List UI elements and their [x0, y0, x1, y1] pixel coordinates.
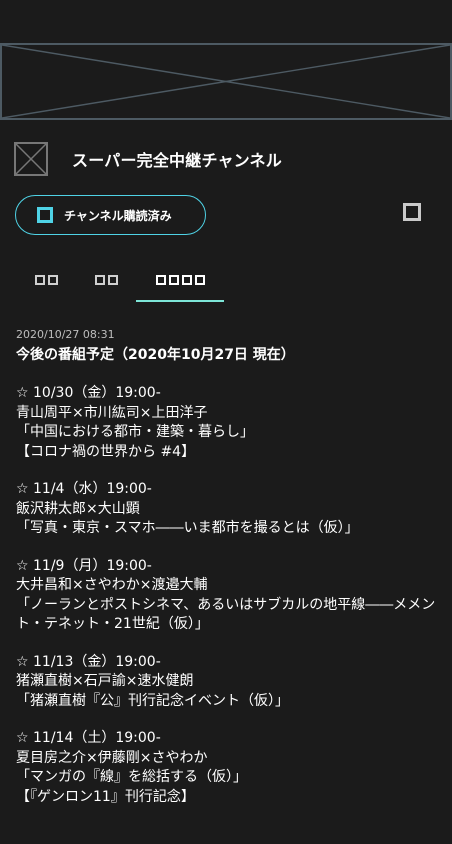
square-icon — [107, 275, 118, 285]
tab-2[interactable] — [77, 258, 135, 302]
tab-1[interactable] — [15, 258, 77, 302]
event-line: 大井昌和×さやわか×渡邉大輔 — [16, 577, 208, 593]
square-icon — [94, 275, 105, 285]
tab-3[interactable] — [136, 258, 224, 302]
square-icon[interactable] — [403, 203, 421, 221]
event-item: ☆ 10/30（金）19:00- 青山周平×市川紘司×上田洋子 「中国における都… — [16, 384, 440, 462]
active-tab-indicator — [136, 300, 224, 302]
event-line: 【『ゲンロン11』刊行記念】 — [16, 788, 195, 805]
post-date: 2020/10/27 08:31 — [16, 328, 115, 341]
event-line: ☆ 11/13（金）19:00- — [16, 653, 161, 670]
event-line: 夏目房之介×伊藤剛×さやわか — [16, 749, 208, 766]
event-line: 青山周平×市川紘司×上田洋子 — [16, 404, 208, 421]
placeholder-image-icon — [2, 45, 450, 118]
square-icon — [168, 275, 179, 285]
event-line: 「写真・東京・スマホ――いま都市を撮るとは（仮）」 — [16, 520, 359, 536]
channel-thumbnail[interactable] — [14, 142, 48, 176]
post-body: 2020/10/27 08:31 今後の番組予定（2020年10月27日 現在）… — [16, 327, 440, 812]
event-line: 「中国における都市・建築・暮らし」 — [16, 424, 254, 440]
event-line: 「ノーランとポストシネマ、あるいはサブカルの地平線――メメント・テネット・21世… — [16, 596, 436, 633]
event-item: ☆ 11/13（金）19:00- 猪瀬直樹×石戸諭×速水健朗 「猪瀬直樹『公』刊… — [16, 653, 440, 712]
channel-banner — [0, 43, 452, 120]
placeholder-image-icon — [14, 142, 48, 176]
event-item: ☆ 11/14（土）19:00- 夏目房之介×伊藤剛×さやわか 「マンガの『線』… — [16, 729, 440, 807]
square-icon — [155, 275, 166, 285]
subscribe-button[interactable]: チャンネル購読済み — [15, 195, 206, 235]
event-line: ☆ 11/9（月）19:00- — [16, 557, 152, 574]
event-line: ☆ 11/14（土）19:00- — [16, 730, 161, 746]
event-line: 「猪瀬直樹『公』刊行記念イベント（仮）」 — [16, 692, 289, 709]
event-line: 【コロナ禍の世界から #4】 — [16, 443, 196, 460]
tab-bar — [15, 258, 435, 304]
event-item: ☆ 11/9（月）19:00- 大井昌和×さやわか×渡邉大輔 「ノーランとポスト… — [16, 557, 440, 635]
channel-header[interactable]: スーパー完全中継チャンネル — [14, 141, 282, 177]
square-icon — [181, 275, 192, 285]
square-icon — [194, 275, 205, 285]
post-heading: 今後の番組予定（2020年10月27日 現在） — [16, 347, 295, 363]
event-line: ☆ 10/30（金）19:00- — [16, 385, 161, 401]
checkbox-icon — [37, 207, 53, 223]
square-icon — [47, 275, 58, 285]
event-line: 「マンガの『線』を総括する（仮）」 — [16, 769, 247, 785]
event-line: 飯沢耕太郎×大山顕 — [16, 500, 140, 517]
event-line: 猪瀬直樹×石戸諭×速水健朗 — [16, 673, 194, 689]
event-item: ☆ 11/4（水）19:00- 飯沢耕太郎×大山顕 「写真・東京・スマホ――いま… — [16, 480, 440, 539]
event-line: ☆ 11/4（水）19:00- — [16, 481, 152, 497]
subscribe-label: チャンネル購読済み — [64, 208, 172, 223]
channel-name[interactable]: スーパー完全中継チャンネル — [72, 147, 282, 171]
square-icon — [34, 275, 45, 285]
